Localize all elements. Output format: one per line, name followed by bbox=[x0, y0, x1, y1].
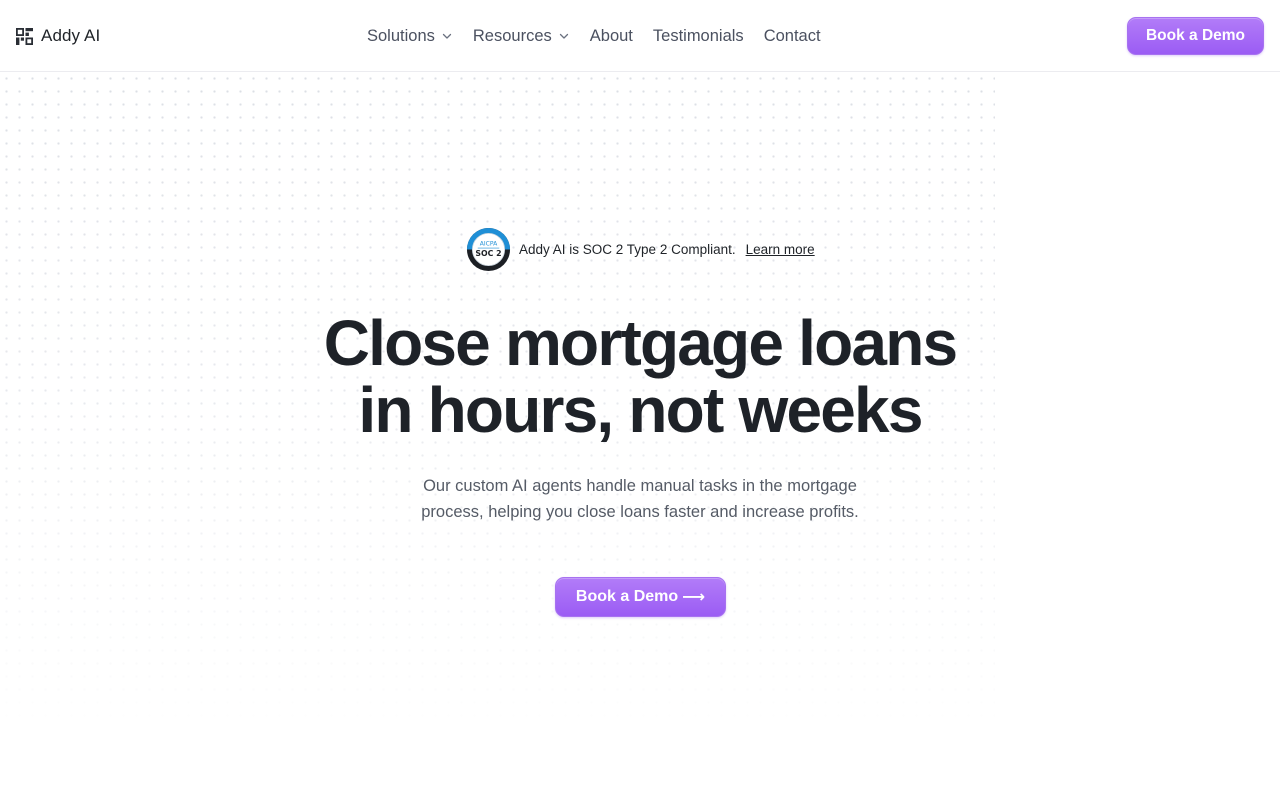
page: Addy AI Solutions Resources About Testim… bbox=[0, 0, 1280, 800]
aicpa-soc2-badge-icon: AICPA SOC 2 bbox=[466, 227, 511, 271]
hero-headline: Close mortgage loans in hours, not weeks bbox=[240, 310, 1040, 444]
subtext-line-2: process, helping you close loans faster … bbox=[421, 503, 859, 521]
headline-line-1: Close mortgage loans bbox=[323, 307, 958, 379]
compliance-text: Addy AI is SOC 2 Type 2 Compliant. bbox=[519, 241, 736, 257]
nav-item-label: About bbox=[589, 26, 633, 45]
nav-item-label: Solutions bbox=[367, 26, 435, 45]
nav-item-label: Testimonials bbox=[652, 26, 744, 45]
learn-more-link[interactable]: Learn more bbox=[746, 242, 815, 257]
hero-book-demo-button[interactable]: Book a Demo ⟶ bbox=[555, 577, 726, 617]
hero-section: AICPA SOC 2 Addy AI is SOC 2 Type 2 Comp… bbox=[0, 72, 1280, 800]
subtext-line-1: Our custom AI agents handle manual tasks… bbox=[423, 477, 857, 495]
nav-item-solutions[interactable]: Solutions bbox=[367, 27, 453, 46]
nav-item-testimonials[interactable]: Testimonials bbox=[653, 27, 744, 46]
headline-line-2: in hours, not weeks bbox=[358, 374, 923, 446]
svg-text:AICPA: AICPA bbox=[480, 240, 498, 247]
brand-name: Addy AI bbox=[41, 26, 101, 45]
svg-text:SOC 2: SOC 2 bbox=[475, 248, 501, 257]
chevron-down-icon bbox=[442, 33, 452, 39]
addy-logo-icon bbox=[16, 27, 33, 45]
brand-logo[interactable]: Addy AI bbox=[16, 24, 100, 48]
nav-item-resources[interactable]: Resources bbox=[473, 27, 570, 46]
nav-item-label: Resources bbox=[472, 26, 552, 45]
header-book-demo-label: Book a Demo bbox=[1145, 27, 1246, 44]
header-book-demo-button[interactable]: Book a Demo bbox=[1127, 17, 1264, 55]
hero-subtext: Our custom AI agents handle manual tasks… bbox=[390, 473, 890, 525]
hero-book-demo-label: Book a Demo bbox=[575, 588, 679, 605]
main-nav: Solutions Resources About Testimonials C… bbox=[367, 24, 821, 48]
nav-item-contact[interactable]: Contact bbox=[764, 27, 821, 46]
nav-item-label: Contact bbox=[763, 26, 821, 45]
site-header: Addy AI Solutions Resources About Testim… bbox=[0, 0, 1280, 72]
compliance-banner: AICPA SOC 2 Addy AI is SOC 2 Type 2 Comp… bbox=[466, 227, 815, 271]
chevron-down-icon bbox=[559, 33, 568, 39]
nav-item-about[interactable]: About bbox=[590, 27, 633, 46]
arrow-right-icon: ⟶ bbox=[682, 589, 706, 606]
